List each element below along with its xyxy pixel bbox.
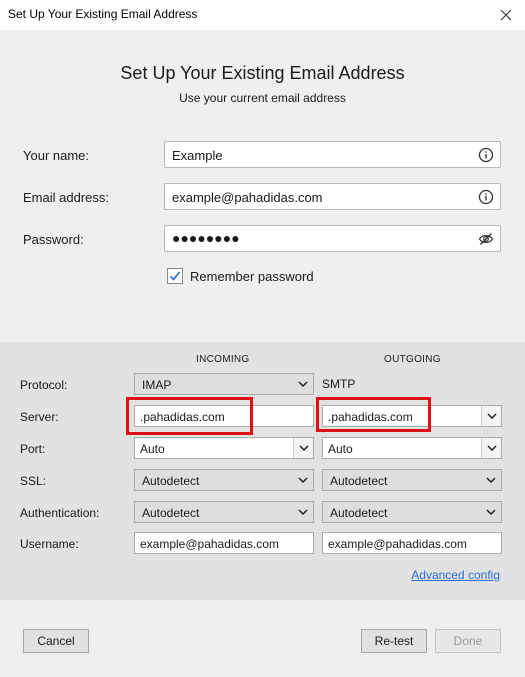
name-value: Example (172, 148, 223, 163)
incoming-authentication-select[interactable]: Autodetect (134, 501, 314, 523)
outgoing-protocol-value: SMTP (322, 377, 356, 391)
chevron-down-icon (298, 509, 308, 515)
retest-button[interactable]: Re-test (361, 629, 427, 653)
done-button[interactable]: Done (435, 629, 501, 653)
outgoing-username-value: example@pahadidas.com (328, 537, 467, 551)
name-label: Your name: (23, 148, 90, 163)
incoming-port-combobox[interactable]: Auto (134, 437, 314, 459)
incoming-protocol-value: IMAP (142, 378, 172, 392)
account-section: Set Up Your Existing Email Address Use y… (0, 30, 525, 342)
chevron-down-icon (298, 477, 308, 483)
chevron-down-icon (486, 509, 496, 515)
outgoing-ssl-select[interactable]: Autodetect (322, 469, 502, 491)
highlight-box-outgoing (316, 397, 431, 432)
incoming-header: INCOMING (196, 354, 250, 365)
title-bar: Set Up Your Existing Email Address (0, 0, 525, 30)
port-label: Port: (20, 442, 46, 456)
name-field[interactable]: Example (164, 141, 501, 168)
server-label: Server: (20, 410, 59, 424)
password-field[interactable]: ●●●●●●●● (164, 225, 501, 252)
outgoing-authentication-select[interactable]: Autodetect (322, 501, 502, 523)
outgoing-server-dropdown[interactable] (481, 406, 501, 426)
info-icon[interactable] (478, 189, 494, 205)
protocol-label: Protocol: (20, 378, 68, 392)
chevron-down-icon (486, 413, 497, 419)
server-config-section: INCOMING OUTGOING Protocol: IMAP SMTP Se… (0, 342, 525, 600)
checkbox[interactable] (167, 268, 183, 284)
info-icon[interactable] (478, 147, 494, 163)
page-title: Set Up Your Existing Email Address (120, 63, 405, 83)
cancel-button[interactable]: Cancel (23, 629, 89, 653)
password-label: Password: (23, 232, 84, 247)
incoming-port-dropdown[interactable] (293, 438, 313, 458)
outgoing-username-input[interactable]: example@pahadidas.com (322, 532, 502, 554)
incoming-ssl-select[interactable]: Autodetect (134, 469, 314, 491)
outgoing-header: OUTGOING (384, 354, 441, 365)
incoming-username-input[interactable]: example@pahadidas.com (134, 532, 314, 554)
remember-password-checkbox[interactable]: Remember password (167, 268, 314, 284)
incoming-ssl-value: Autodetect (142, 474, 200, 488)
incoming-protocol-select[interactable]: IMAP (134, 373, 314, 395)
email-label: Email address: (23, 190, 109, 205)
incoming-port-value: Auto (140, 442, 165, 456)
chevron-down-icon (486, 445, 497, 451)
close-icon (500, 9, 512, 21)
email-field[interactable]: example@pahadidas.com (164, 183, 501, 210)
eye-slash-icon[interactable] (478, 231, 494, 247)
footer: Cancel Re-test Done (0, 600, 525, 677)
page-subtitle: Use your current email address (179, 91, 346, 105)
authentication-label: Authentication: (20, 506, 100, 520)
advanced-config-link[interactable]: Advanced config (411, 568, 500, 582)
username-label: Username: (20, 537, 79, 551)
chevron-down-icon (298, 381, 308, 387)
incoming-authentication-value: Autodetect (142, 506, 200, 520)
remember-password-label: Remember password (190, 268, 314, 284)
password-value: ●●●●●●●● (172, 230, 240, 246)
chevron-down-icon (486, 477, 496, 483)
checkmark-icon (169, 271, 181, 281)
email-value: example@pahadidas.com (172, 190, 323, 205)
outgoing-authentication-value: Autodetect (330, 506, 388, 520)
close-button[interactable] (487, 0, 525, 30)
ssl-label: SSL: (20, 474, 47, 488)
incoming-username-value: example@pahadidas.com (140, 537, 279, 551)
outgoing-port-combobox[interactable]: Auto (322, 437, 502, 459)
outgoing-ssl-value: Autodetect (330, 474, 388, 488)
highlight-box-incoming (126, 397, 253, 435)
outgoing-port-dropdown[interactable] (481, 438, 501, 458)
outgoing-port-value: Auto (328, 442, 353, 456)
chevron-down-icon (298, 445, 309, 451)
window-title: Set Up Your Existing Email Address (8, 7, 198, 21)
